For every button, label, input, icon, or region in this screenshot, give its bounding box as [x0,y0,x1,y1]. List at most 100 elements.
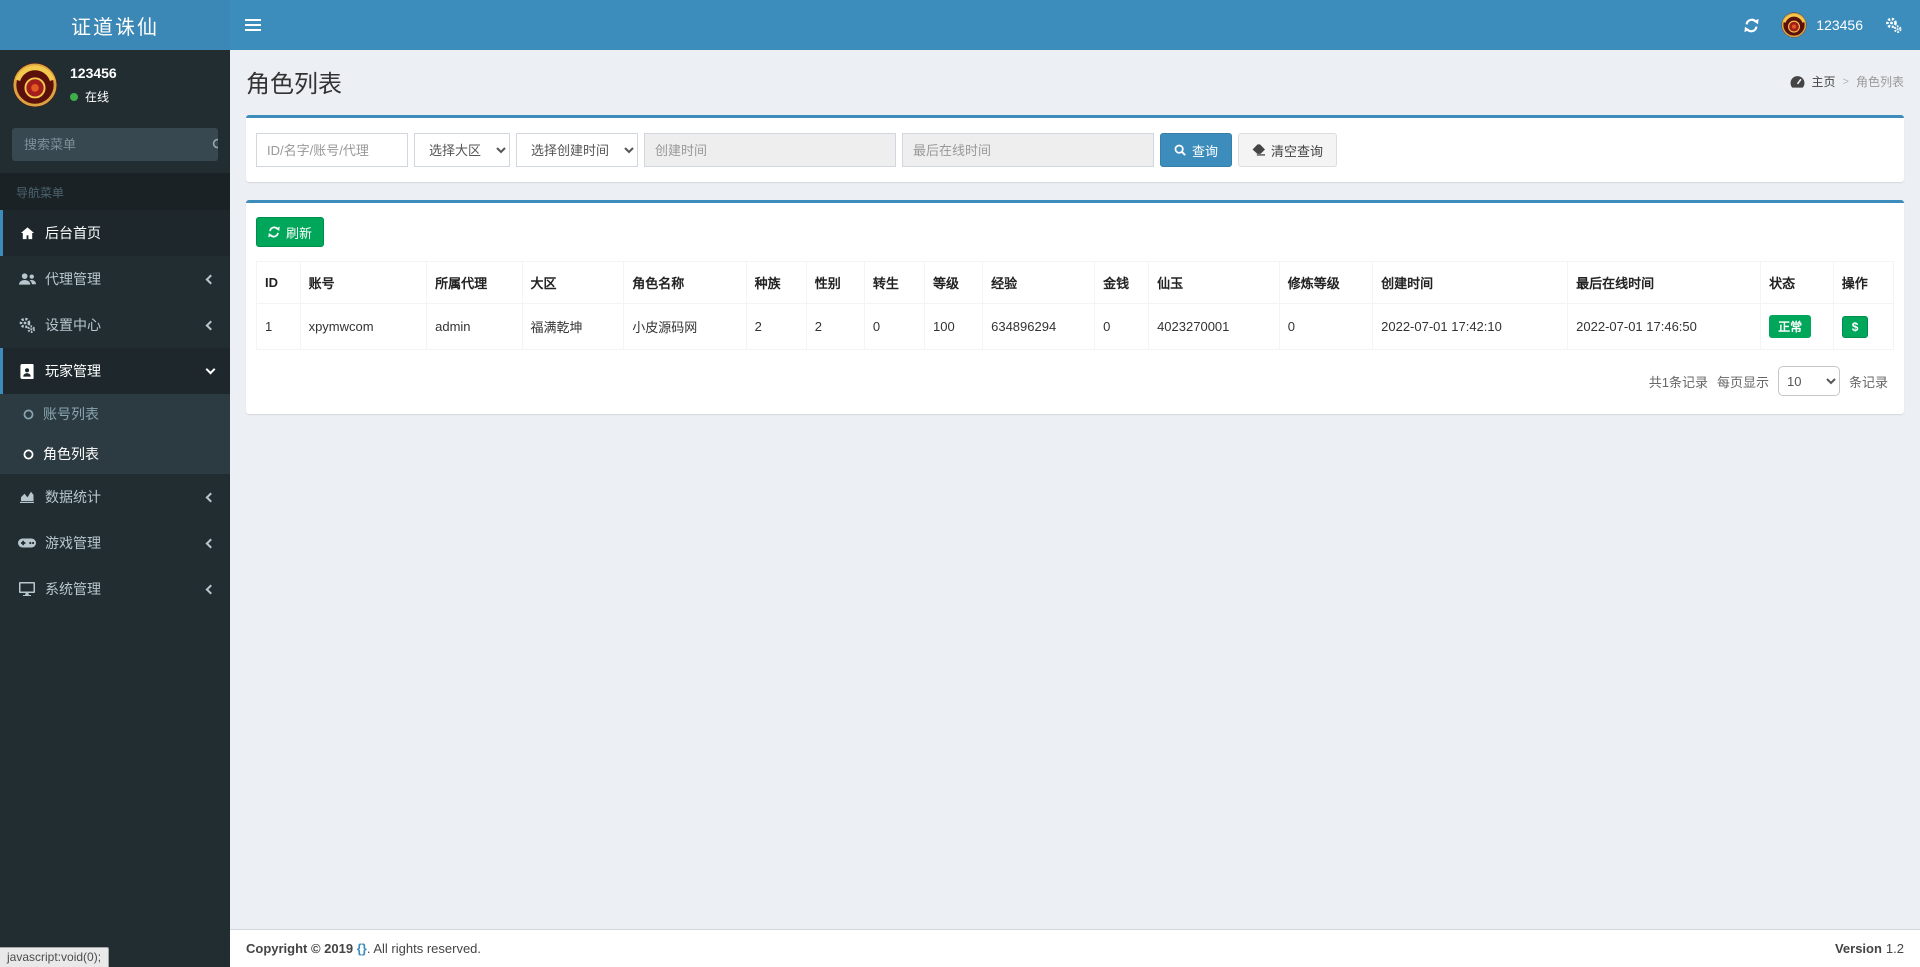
keyword-input[interactable] [256,133,408,167]
cell-status: 正常 [1760,303,1834,350]
menu-search [12,128,218,161]
col-header-zone: 大区 [521,261,625,304]
refresh-icon [268,226,280,238]
sidebar-item-dashboard[interactable]: 后台首页 [0,210,230,256]
content-header: 角色列表 主页 > 角色列表 [230,50,1920,103]
content: 选择大区 选择创建时间 查询 清空查询 [230,103,1920,929]
search-icon [1174,144,1186,156]
search-icon [212,138,218,149]
sidebar-item-game[interactable]: 游戏管理 [0,520,230,566]
col-header-last-online: 最后在线时间 [1567,261,1762,304]
hamburger-icon [245,19,261,21]
col-header-cultivation: 修炼等级 [1278,261,1374,304]
sidebar-item-agents[interactable]: 代理管理 [0,256,230,302]
main-area: 角色列表 主页 > 角色列表 选择大区 选择创建时间 [230,50,1920,967]
chevron-left-icon [205,320,216,330]
col-header-level: 等级 [924,261,984,304]
online-status-label: 在线 [85,90,110,104]
col-header-status: 状态 [1760,261,1834,304]
gamepad-icon [16,537,38,549]
col-header-exp: 经验 [982,261,1096,304]
total-records-label: 共1条记录 [1648,374,1708,390]
sidebar-toggle-button[interactable] [230,0,276,50]
desktop-icon [16,582,38,596]
brand-logo[interactable]: 证道诛仙 [0,0,230,50]
per-page-select[interactable]: 10 [1777,366,1840,396]
online-status: 在线 [70,88,117,105]
cell-cultivation: 0 [1278,303,1374,350]
user-menu[interactable]: 123456 [1781,12,1863,38]
col-header-created-time: 创建时间 [1372,261,1569,304]
created-time-input[interactable] [644,133,896,167]
copyright-link[interactable]: {} [357,941,367,956]
breadcrumb-current: 角色列表 [1855,75,1904,89]
top-bar: 证道诛仙 123456 [0,0,1920,50]
sidebar-item-players[interactable]: 玩家管理 [0,348,230,394]
menu-search-input[interactable] [12,128,212,161]
breadcrumb: 主页 > 角色列表 [1790,73,1904,90]
menu-search-button[interactable] [212,128,218,161]
version-label: Version [1834,941,1882,956]
sidebar-item-label: 系统管理 [45,581,101,597]
table-box: 刷新 ID 账号 所属代理 大区 角色名称 种族 性别 转生 等级 经验 金钱 … [246,200,1904,414]
cogs-icon[interactable] [1885,17,1902,33]
copyright: Copyright © 2019 {}. All rights reserved… [246,941,481,956]
cell-xianyu: 4023270001 [1148,303,1280,350]
col-header-id: ID [256,261,301,304]
home-icon [16,226,38,241]
sidebar-item-statistics[interactable]: 数据统计 [0,474,230,520]
col-header-account: 账号 [299,261,428,304]
footer: Copyright © 2019 {}. All rights reserved… [230,929,1920,967]
browser-status-tooltip: javascript:void(0); [0,947,110,967]
avatar [12,62,58,108]
sidebar-username: 123456 [70,65,117,81]
players-submenu: 账号列表 角色列表 [0,394,230,474]
sidebar-menu: 后台首页 代理管理 设置中心 玩家管理 账号列表 角色列表 数据统计 游戏管理 … [0,210,230,612]
cell-role-name: 小皮源码网 [623,303,747,350]
table-row: 1 xpymwcom admin 福满乾坤 小皮源码网 2 2 0 100 63… [256,303,1895,350]
cell-action: $ [1832,303,1895,350]
per-page-suffix: 条记录 [1848,374,1888,390]
copyright-text: Copyright © 2019 [246,941,354,956]
chevron-left-icon [205,538,216,548]
search-button[interactable]: 查询 [1160,133,1233,167]
cell-level: 100 [924,303,984,350]
chevron-left-icon [205,274,216,284]
col-header-money: 金钱 [1094,261,1150,304]
sidebar-item-label: 游戏管理 [45,535,101,551]
clear-search-button[interactable]: 清空查询 [1238,133,1338,167]
refresh-button[interactable]: 刷新 [256,217,325,247]
cell-gender: 2 [805,303,865,350]
sidebar-item-label: 代理管理 [45,271,101,287]
avatar [1781,12,1807,38]
sidebar-item-settings[interactable]: 设置中心 [0,302,230,348]
time-type-select[interactable]: 选择创建时间 [516,133,638,167]
zone-select[interactable]: 选择大区 [414,133,510,167]
dashboard-icon [1790,76,1804,88]
sidebar-item-system[interactable]: 系统管理 [0,566,230,612]
sidebar-item-role-list[interactable]: 角色列表 [0,434,230,474]
refresh-icon[interactable] [1744,18,1759,33]
breadcrumb-home-link[interactable]: 主页 [1812,73,1836,90]
col-header-agent: 所属代理 [426,261,523,304]
filter-box: 选择大区 选择创建时间 查询 清空查询 [246,115,1904,182]
cell-id: 1 [256,303,301,350]
sidebar-item-label: 玩家管理 [45,363,101,379]
cell-account: xpymwcom [299,303,428,350]
cell-last-online: 2022-07-01 17:46:50 [1567,303,1762,350]
col-header-role-name: 角色名称 [623,261,747,304]
copyright-rest: . All rights reserved. [366,941,482,956]
col-header-race: 种族 [745,261,807,304]
nav-header: 导航菜单 [0,173,230,210]
cell-agent: admin [426,303,523,350]
navbar-username: 123456 [1816,17,1863,33]
col-header-gender: 性别 [805,261,865,304]
cell-race: 2 [745,303,807,350]
breadcrumb-separator: > [1842,75,1849,88]
dollar-action-button[interactable]: $ [1841,315,1869,338]
last-online-time-input[interactable] [902,133,1154,167]
users-icon [16,272,38,286]
table-header-row: ID 账号 所属代理 大区 角色名称 种族 性别 转生 等级 经验 金钱 仙玉 [256,261,1895,304]
sidebar-item-account-list[interactable]: 账号列表 [0,394,230,434]
chevron-left-icon [205,584,216,594]
